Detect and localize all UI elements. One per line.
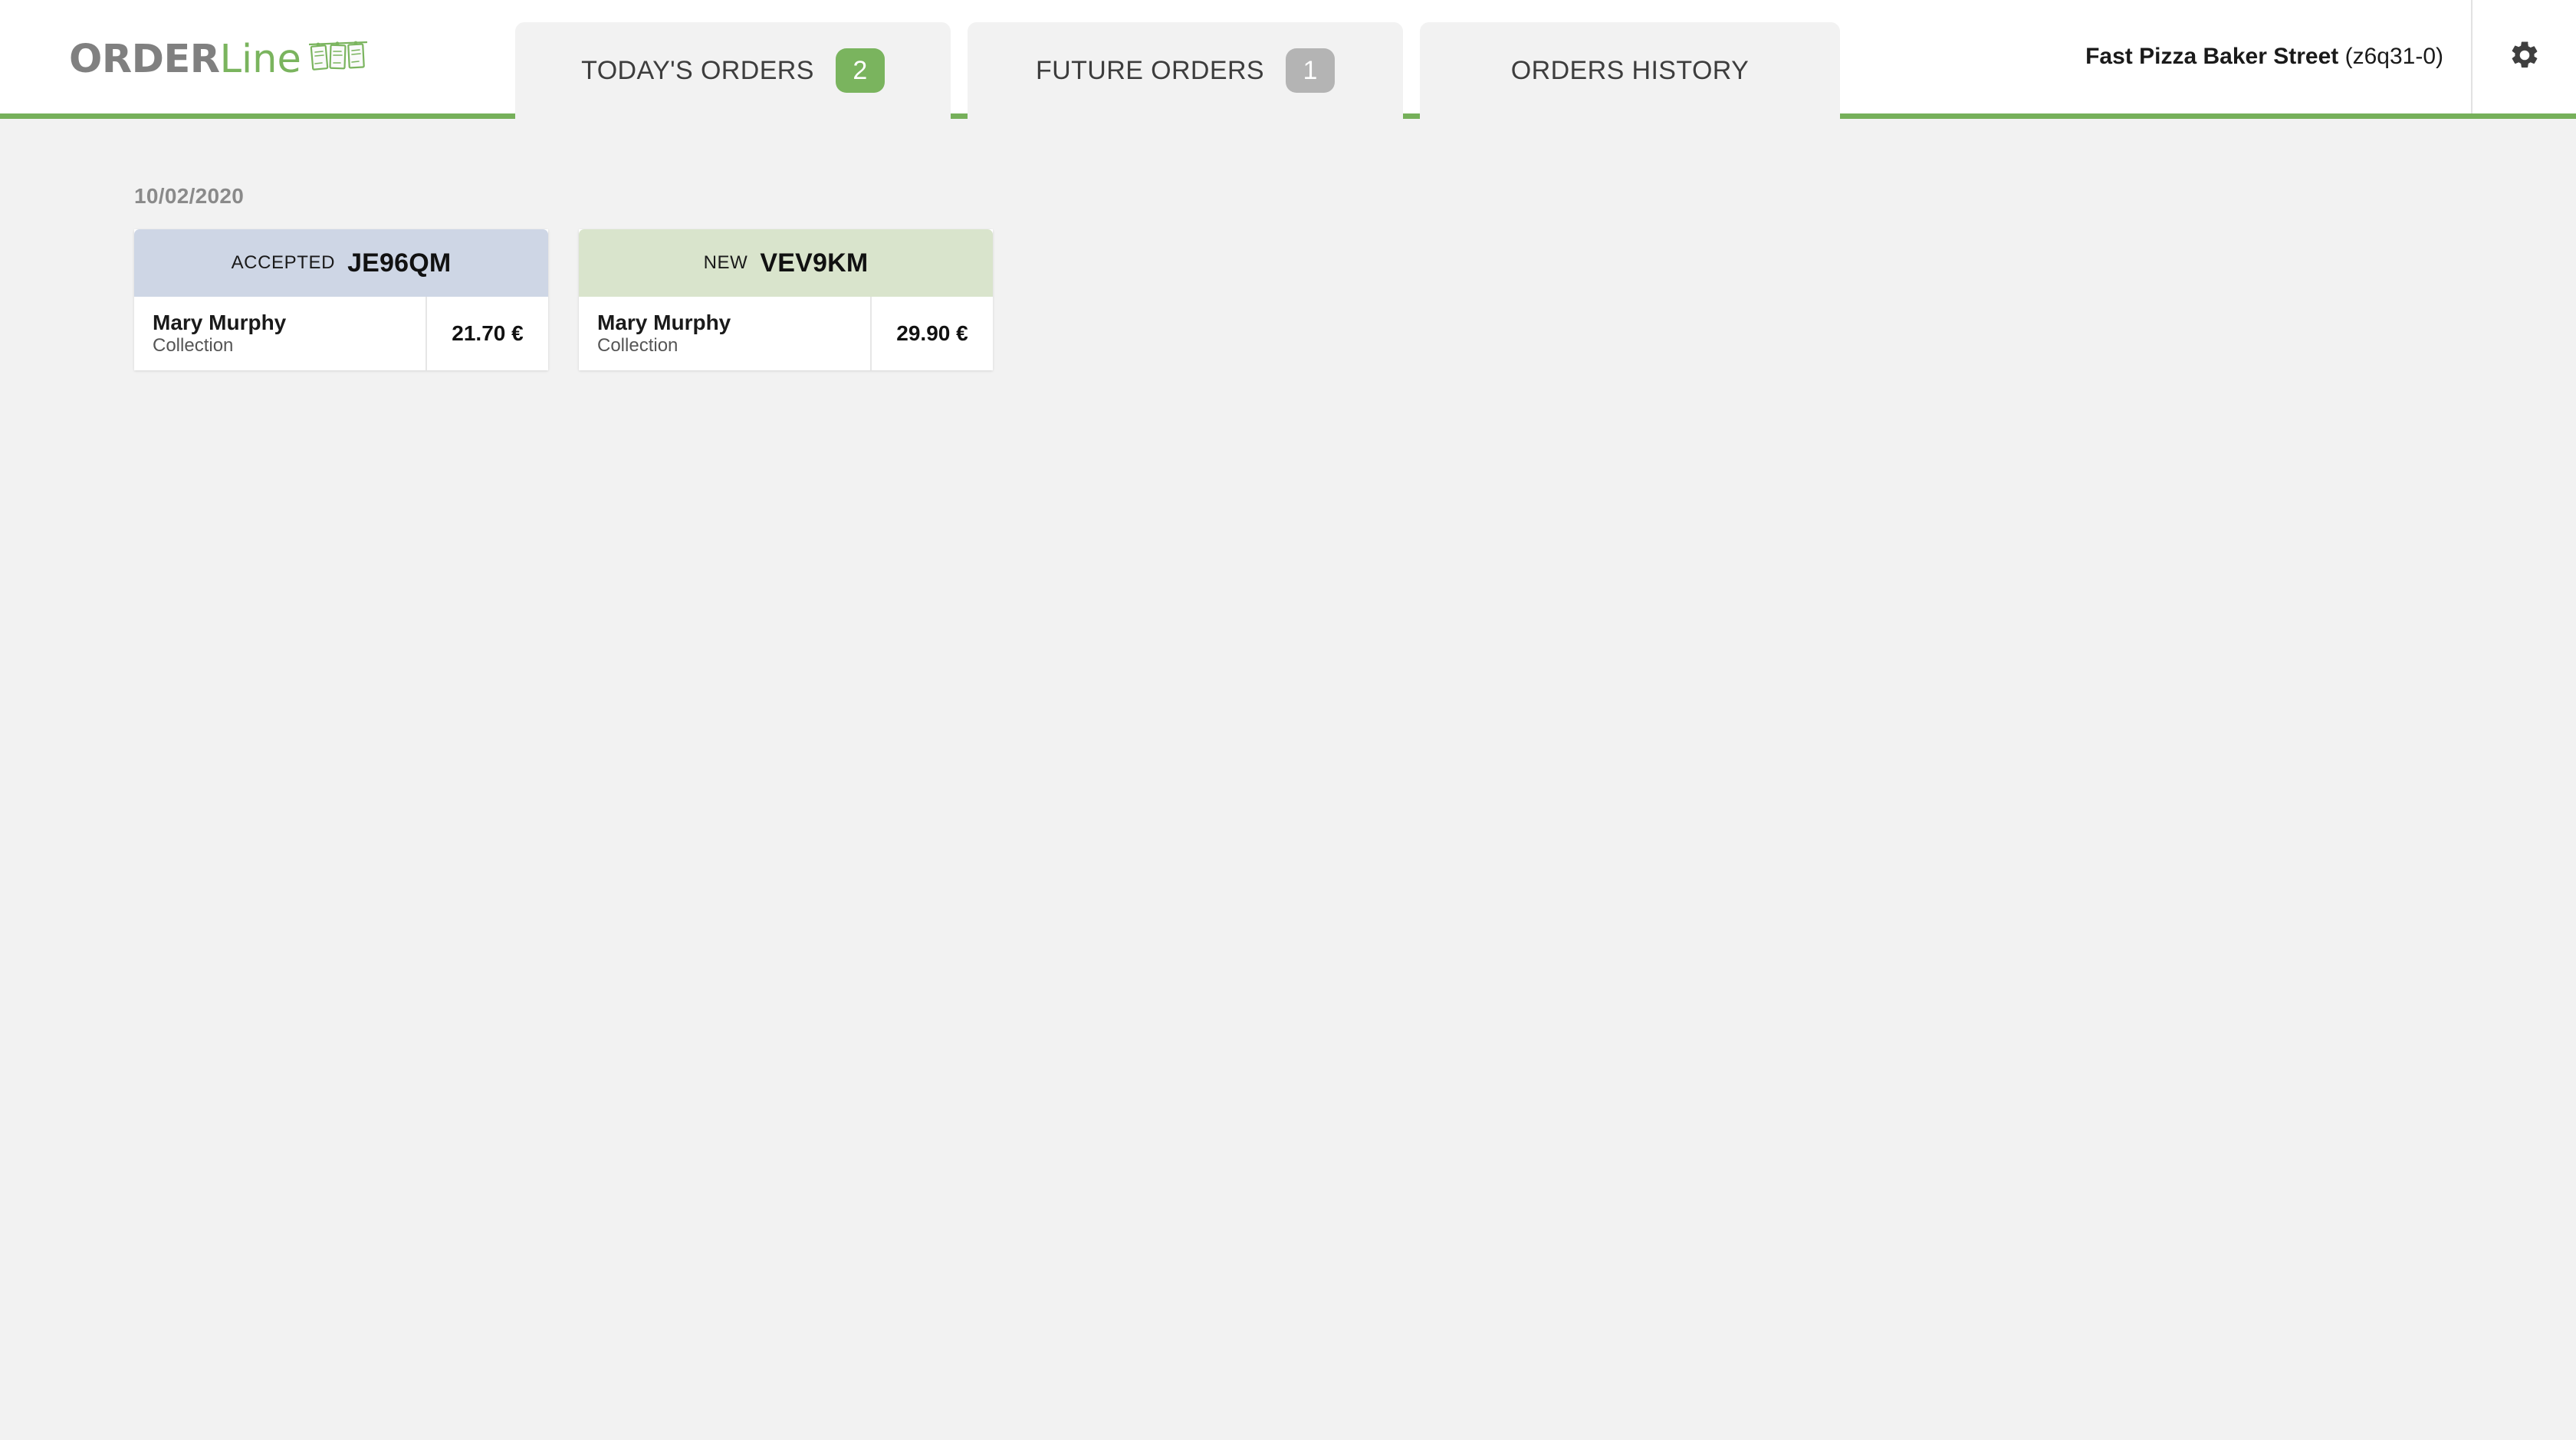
- customer-name: Mary Murphy: [153, 311, 287, 335]
- tab-orders-history-label: ORDERS HISTORY: [1510, 55, 1750, 85]
- app-header: ORDER Line TODAY'S ORDERS 2 FUTURE ORDER…: [0, 0, 2576, 124]
- order-method: Collection: [153, 335, 234, 357]
- store-code-text: (z6q31-0): [2344, 44, 2443, 69]
- order-code: VEV9KM: [760, 248, 869, 278]
- settings-button[interactable]: [2472, 0, 2576, 113]
- app-logo: ORDER Line: [69, 32, 369, 86]
- order-customer: Mary Murphy Collection: [579, 297, 870, 370]
- gear-icon: [2509, 39, 2541, 75]
- customer-name: Mary Murphy: [597, 311, 731, 335]
- order-method: Collection: [597, 335, 678, 357]
- order-card-body: Mary Murphy Collection 21.70 €: [134, 297, 548, 370]
- order-card[interactable]: ACCEPTED JE96QM Mary Murphy Collection 2…: [134, 229, 548, 370]
- tab-todays-orders-label: TODAY'S ORDERS: [581, 55, 814, 85]
- order-status-label: NEW: [703, 252, 748, 273]
- tab-future-orders-label: FUTURE ORDERS: [1036, 55, 1264, 85]
- order-customer: Mary Murphy Collection: [134, 297, 426, 370]
- main-content: 10/02/2020 ACCEPTED JE96QM Mary Murphy C…: [0, 119, 2576, 1440]
- order-card-header: ACCEPTED JE96QM: [134, 229, 548, 297]
- order-price: 29.90 €: [896, 321, 968, 345]
- order-card-header: NEW VEV9KM: [579, 229, 993, 297]
- main-tabs: TODAY'S ORDERS 2 FUTURE ORDERS 1 ORDERS …: [515, 17, 1840, 124]
- order-status-label: ACCEPTED: [231, 252, 336, 273]
- hanging-order-slips-icon: [307, 40, 369, 79]
- order-code: JE96QM: [347, 248, 452, 278]
- order-price: 21.70 €: [452, 321, 524, 345]
- order-card[interactable]: NEW VEV9KM Mary Murphy Collection 29.90 …: [579, 229, 993, 370]
- tab-future-orders[interactable]: FUTURE ORDERS 1: [968, 22, 1403, 124]
- tab-todays-orders[interactable]: TODAY'S ORDERS 2: [515, 22, 951, 119]
- order-price-cell: 29.90 €: [870, 297, 993, 370]
- store-name: Fast Pizza Baker Street (z6q31-0): [2085, 44, 2471, 70]
- brand-word-line: Line: [219, 36, 301, 82]
- order-price-cell: 21.70 €: [426, 297, 548, 370]
- tab-orders-history[interactable]: ORDERS HISTORY: [1420, 22, 1840, 119]
- tab-future-orders-badge: 1: [1286, 48, 1335, 93]
- orders-list: ACCEPTED JE96QM Mary Murphy Collection 2…: [134, 229, 2576, 370]
- header-right-cluster: Fast Pizza Baker Street (z6q31-0): [2085, 0, 2576, 113]
- brand-word-order: ORDER: [69, 36, 220, 82]
- tab-todays-orders-badge: 2: [835, 48, 885, 93]
- orders-date-heading: 10/02/2020: [134, 184, 245, 208]
- order-card-body: Mary Murphy Collection 29.90 €: [579, 297, 993, 370]
- store-name-text: Fast Pizza Baker Street: [2085, 44, 2339, 69]
